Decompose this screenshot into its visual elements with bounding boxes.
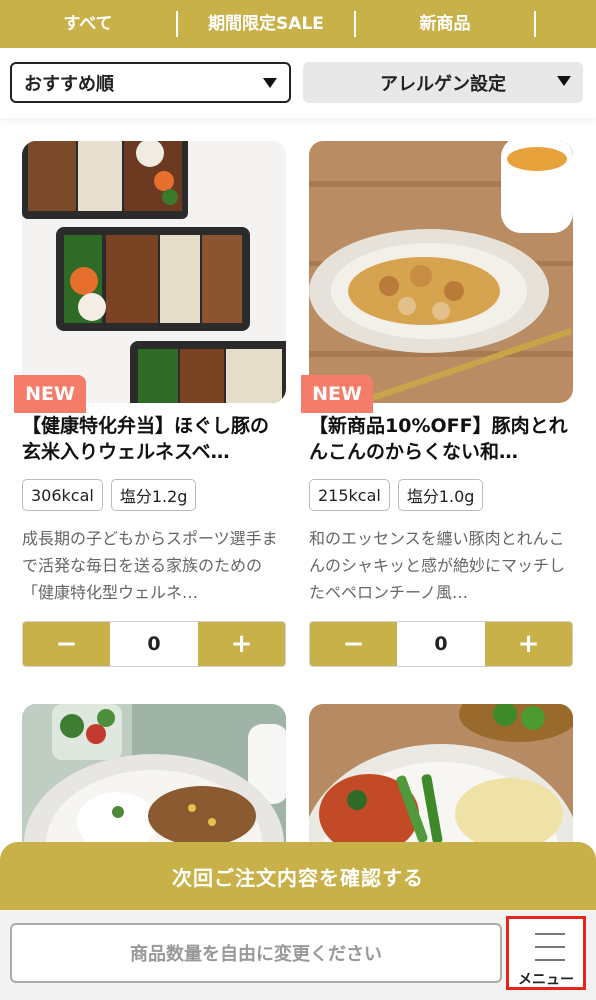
product-image-pasta[interactable] — [309, 141, 573, 403]
hamburger-icon — [535, 933, 565, 935]
bottom-bar: 商品数量を自由に変更ください メニュー — [0, 910, 596, 1000]
quantity-hint-field[interactable]: 商品数量を自由に変更ください — [10, 923, 502, 983]
decrease-button[interactable]: − — [310, 622, 397, 666]
calorie-tag: 215kcal — [309, 479, 390, 511]
quantity-stepper: − 0 + — [22, 621, 286, 667]
quantity-value: 0 — [110, 622, 198, 666]
nutrition-tags: 215kcal 塩分1.0g — [309, 479, 484, 511]
sort-select[interactable]: おすすめ順 — [10, 62, 291, 103]
decrease-button[interactable]: − — [23, 622, 110, 666]
product-description: 成長期の子どもからスポーツ選手まで活発な毎日を送る家族のための「健康特化型ウェル… — [22, 529, 278, 602]
product-image-meatball-pasta[interactable] — [309, 704, 573, 844]
increase-button[interactable]: + — [198, 622, 285, 666]
product-title[interactable]: 【健康特化弁当】ほぐし豚の玄米入りウェルネスベ… — [22, 413, 286, 465]
filter-bar: おすすめ順 アレルゲン設定 — [0, 48, 596, 118]
product-image-bento[interactable] — [22, 141, 286, 403]
new-badge: NEW — [301, 375, 373, 413]
product-description: 和のエッセンスを纏い豚肉とれんこんのシャキッと感が絶妙にマッチしたペペロンチーノ… — [309, 529, 566, 602]
allergen-settings-label: アレルゲン設定 — [380, 73, 506, 95]
menu-label: メニュー — [518, 972, 574, 988]
tab-all[interactable]: すべて — [0, 11, 178, 37]
tab-new-products[interactable]: 新商品 — [356, 11, 536, 37]
quantity-stepper: − 0 + — [309, 621, 573, 667]
category-tabs: すべて 期間限定SALE 新商品 — [0, 0, 596, 48]
caret-down-icon — [263, 78, 277, 88]
salt-tag: 塩分1.2g — [110, 479, 197, 511]
menu-button[interactable]: メニュー — [506, 916, 586, 990]
salt-tag: 塩分1.0g — [397, 479, 484, 511]
product-image-curry-rice[interactable] — [22, 704, 286, 844]
allergen-settings-select[interactable]: アレルゲン設定 — [303, 62, 583, 103]
nutrition-tags: 306kcal 塩分1.2g — [22, 479, 197, 511]
sort-select-label: おすすめ順 — [24, 73, 114, 95]
increase-button[interactable]: + — [485, 622, 572, 666]
calorie-tag: 306kcal — [22, 479, 103, 511]
product-title[interactable]: 【新商品10%OFF】豚肉とれんこんのからくない和… — [309, 413, 573, 465]
caret-down-icon — [557, 76, 571, 86]
quantity-hint-text: 商品数量を自由に変更ください — [130, 944, 382, 965]
new-badge: NEW — [14, 375, 86, 413]
quantity-value: 0 — [397, 622, 485, 666]
tab-limited-sale[interactable]: 期間限定SALE — [178, 11, 356, 37]
confirm-order-button[interactable]: 次回ご注文内容を確認する — [0, 842, 596, 910]
